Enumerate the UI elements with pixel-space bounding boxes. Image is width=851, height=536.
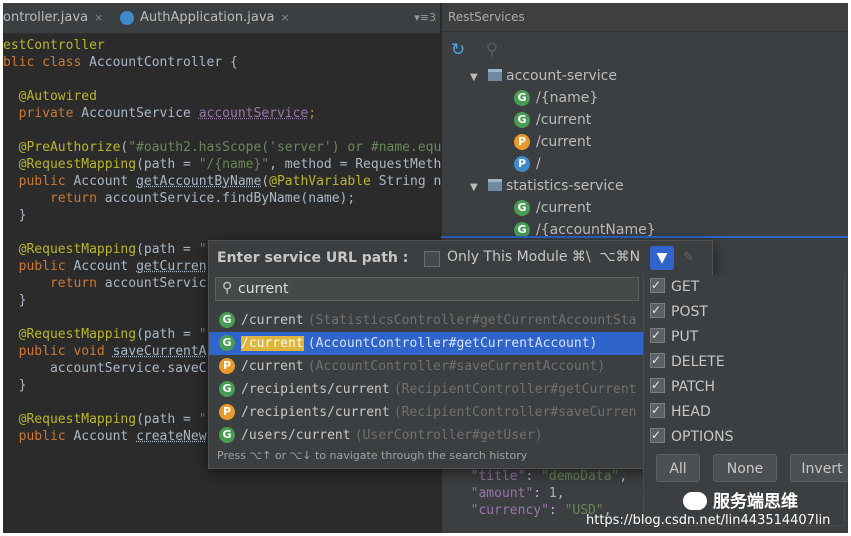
only-this-module-label[interactable]: Only This Module ⌘\ ⌥⌘N: [447, 249, 640, 265]
checkbox-checked[interactable]: [650, 323, 665, 348]
search-icon[interactable]: ⚲: [482, 40, 502, 60]
panel-toolbar: ↻ ⚲: [442, 32, 848, 68]
code-line: return accountService.findByName(name);: [3, 191, 356, 206]
code-line: return accountServic: [3, 276, 207, 291]
code-line: public Account createNew: [3, 429, 207, 444]
get-method-icon: G: [219, 381, 235, 397]
get-method-icon: G: [219, 335, 235, 351]
wechat-icon: [683, 492, 707, 510]
checkbox-checked[interactable]: [650, 348, 665, 373]
get-method-icon: G: [514, 112, 530, 128]
panel-title: RestServices: [448, 10, 525, 24]
panel-title-bar: RestServices: [442, 3, 848, 32]
popup-header: Enter service URL path : Only This Modul…: [209, 241, 712, 275]
java-class-icon: [120, 11, 134, 25]
get-method-icon: G: [219, 427, 235, 443]
watermark-brand: 服务端思维: [683, 487, 798, 512]
invert-selection-button[interactable]: Invert: [790, 454, 848, 482]
filter-head[interactable]: HEAD: [650, 398, 711, 425]
code-line: estController: [3, 38, 105, 53]
checkbox-checked[interactable]: [650, 423, 665, 448]
code-line: private AccountService accountService;: [3, 106, 317, 121]
filter-post[interactable]: POST: [650, 298, 708, 325]
code-line: @RequestMapping(path = ": [3, 412, 207, 427]
put-method-icon: P: [514, 156, 530, 172]
service-tree: ▼ account-service G/{name} G/current P/cu…: [442, 65, 848, 238]
filter-options[interactable]: OPTIONS: [650, 423, 734, 450]
result-row-selected[interactable]: G/current (AccountController#getCurrentA…: [209, 332, 646, 355]
pin-icon[interactable]: ✎: [683, 250, 694, 265]
panel-divider: [441, 236, 848, 238]
code-line: @Autowired: [3, 89, 97, 104]
code-line: @RequestMapping(path = "/{name}", method…: [3, 157, 442, 172]
only-this-module-checkbox[interactable]: [424, 251, 440, 267]
code-line: public Account getAccountByName(@PathVar…: [3, 174, 442, 189]
search-input[interactable]: [238, 279, 628, 299]
watermark-url: https://blog.csdn.net/lin443514407lin: [586, 513, 831, 528]
filter-patch[interactable]: PATCH: [650, 373, 715, 400]
select-none-button[interactable]: None: [713, 454, 777, 482]
popup-footer-hint: Press ⌥↑ or ⌥↓ to navigate through the s…: [217, 449, 528, 462]
checkbox-checked[interactable]: [650, 398, 665, 423]
tree-endpoint[interactable]: P/current: [514, 131, 591, 153]
close-icon[interactable]: ×: [280, 11, 289, 24]
search-results: G/current (StatisticsController#getCurre…: [209, 309, 646, 449]
filter-delete[interactable]: DELETE: [650, 348, 725, 375]
result-row[interactable]: G/current (StatisticsController#getCurre…: [209, 309, 646, 332]
tree-endpoint[interactable]: P /: [514, 153, 541, 175]
select-all-button[interactable]: All: [656, 454, 700, 482]
get-method-icon: G: [514, 90, 530, 106]
tree-node-statistics-service[interactable]: ▼ statistics-service: [470, 175, 624, 197]
code-line: accountService.saveC: [3, 361, 207, 376]
post-method-icon: P: [219, 404, 235, 420]
filter-icon[interactable]: ▼: [650, 246, 674, 270]
service-url-search-popup: Enter service URL path : Only This Modul…: [208, 240, 713, 469]
checkbox-checked[interactable]: [650, 273, 665, 298]
tab-label: AuthApplication.java: [140, 10, 275, 25]
tree-endpoint[interactable]: G/current: [514, 197, 591, 219]
result-row[interactable]: G/recipients/current (RecipientControlle…: [209, 378, 646, 401]
tab-auth-application[interactable]: AuthApplication.java ×: [118, 3, 320, 33]
filter-put[interactable]: PUT: [650, 323, 698, 350]
editor-tab-bar: ontroller.java × AuthApplication.java × ▾≡…: [3, 3, 440, 34]
code-line: }: [3, 378, 27, 393]
tree-endpoint[interactable]: G/{name}: [514, 87, 598, 109]
search-field[interactable]: ⚲: [215, 277, 639, 301]
post-method-icon: P: [514, 134, 530, 150]
code-line: @RequestMapping(path = ": [3, 242, 207, 257]
code-line: @PreAuthorize("#oauth2.hasScope('server'…: [3, 140, 442, 155]
expand-arrow-icon[interactable]: ▼: [470, 177, 482, 199]
result-row[interactable]: G/users/current (UserController#getUser): [209, 424, 646, 447]
refresh-icon[interactable]: ↻: [448, 40, 468, 60]
code-line: }: [3, 293, 27, 308]
search-icon: ⚲: [222, 280, 233, 296]
get-method-icon: G: [219, 312, 235, 328]
post-method-icon: P: [219, 358, 235, 374]
tab-label: ontroller.java: [3, 10, 89, 25]
tree-endpoint[interactable]: G/current: [514, 109, 591, 131]
checkbox-checked[interactable]: [650, 373, 665, 398]
code-line: }: [3, 208, 27, 223]
expand-arrow-icon[interactable]: ▼: [470, 67, 482, 89]
filter-get[interactable]: GET: [650, 273, 699, 300]
result-row[interactable]: P/current (AccountController#saveCurrent…: [209, 355, 646, 378]
code-line: blic class AccountController {: [3, 55, 238, 70]
tab-account-controller[interactable]: ontroller.java ×: [3, 3, 113, 33]
service-icon: [488, 69, 502, 81]
close-icon[interactable]: ×: [94, 11, 103, 24]
get-method-icon: G: [514, 200, 530, 216]
checkbox-checked[interactable]: [650, 298, 665, 323]
code-line: public void saveCurrentA: [3, 344, 207, 359]
code-line: @RequestMapping(path = ": [3, 327, 207, 342]
service-icon: [488, 179, 502, 191]
popup-title: Enter service URL path :: [217, 250, 409, 266]
tree-node-account-service[interactable]: ▼ account-service: [470, 65, 617, 87]
tab-list-menu-icon[interactable]: ▾≡3: [414, 3, 436, 33]
ide-screenshot: ontroller.java × AuthApplication.java × ▾≡…: [3, 3, 848, 533]
code-line: public Account getCurren: [3, 259, 207, 274]
result-row[interactable]: P/recipients/current (RecipientControlle…: [209, 401, 646, 424]
